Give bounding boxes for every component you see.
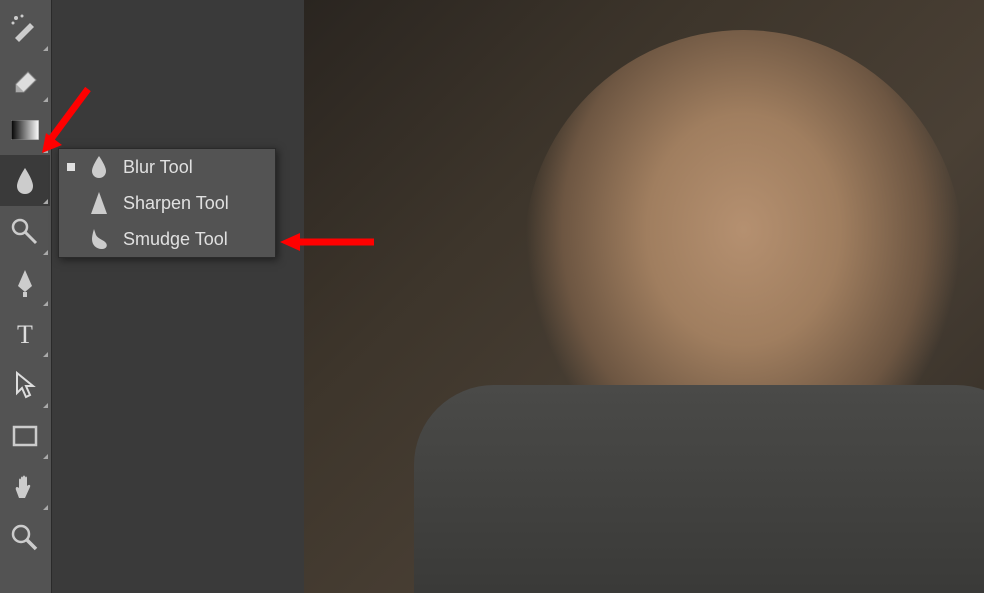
sharpen-icon [85,191,113,215]
flyout-indicator [43,352,48,357]
zoom-tool[interactable] [0,512,50,563]
blur-tool[interactable] [0,155,50,206]
healing-brush-tool[interactable] [0,2,50,53]
canvas-workspace [52,0,984,593]
rectangle-tool[interactable] [0,410,50,461]
smudge-icon [85,227,113,251]
flyout-indicator [43,199,48,204]
flyout-label: Sharpen Tool [123,193,229,214]
flyout-indicator [43,301,48,306]
flyout-label: Smudge Tool [123,229,228,250]
hand-tool[interactable] [0,461,50,512]
flyout-indicator [43,46,48,51]
selected-indicator [67,199,75,207]
photo-document[interactable] [304,0,984,593]
flyout-item-smudge[interactable]: Smudge Tool [59,221,275,257]
path-selection-tool[interactable] [0,359,50,410]
selected-indicator [67,235,75,243]
svg-text:T: T [17,321,33,347]
type-tool[interactable]: T [0,308,50,359]
annotation-arrow-tool [40,85,92,157]
selected-indicator [67,163,75,171]
dodge-tool[interactable] [0,206,50,257]
flyout-indicator [43,250,48,255]
flyout-item-sharpen[interactable]: Sharpen Tool [59,185,275,221]
annotation-arrow-smudge [278,230,378,254]
pen-tool[interactable] [0,257,50,308]
blur-tool-flyout: Blur Tool Sharpen Tool Smudge Tool [58,148,276,258]
flyout-label: Blur Tool [123,157,193,178]
flyout-indicator [43,454,48,459]
flyout-indicator [43,505,48,510]
flyout-indicator [43,403,48,408]
blur-icon [85,155,113,179]
